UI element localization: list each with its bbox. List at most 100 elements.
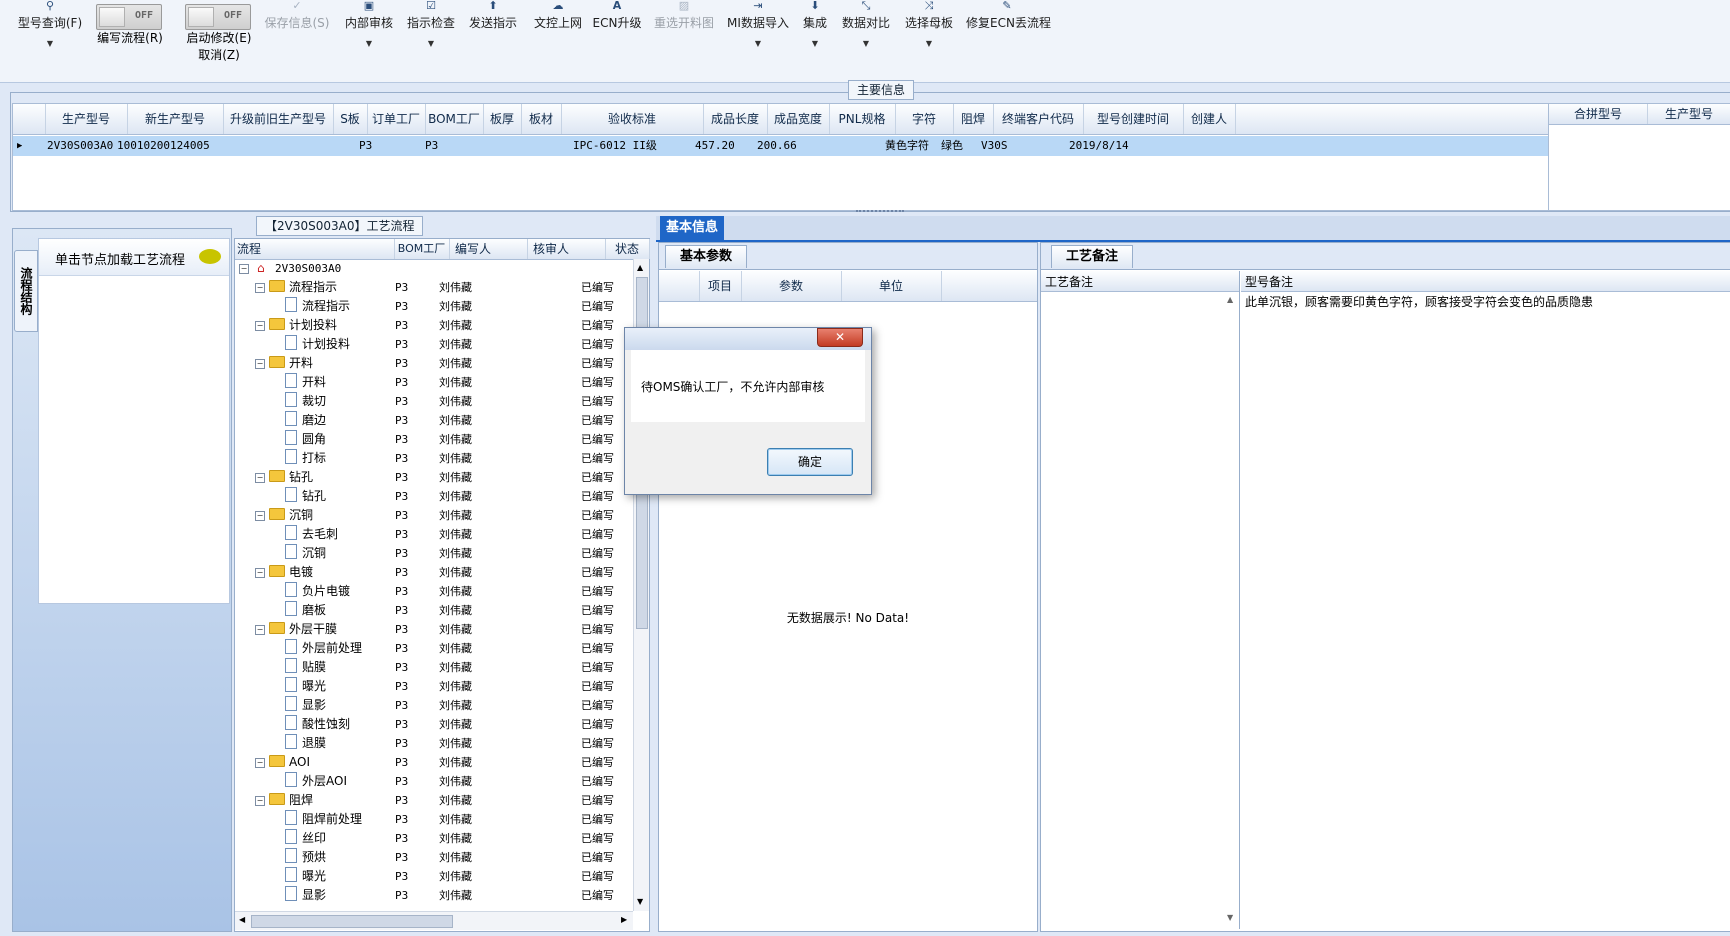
flow-structure-tab[interactable]: 流程结构: [14, 250, 38, 332]
tab-basic-params[interactable]: 基本参数: [665, 245, 748, 268]
tree-row[interactable]: 去毛刺 P3 刘伟藏 已编写: [235, 525, 614, 544]
col-header[interactable]: 板厚: [483, 104, 522, 134]
send-instruction-button[interactable]: ⬆ 发送指示: [466, 0, 520, 30]
col-header[interactable]: 合拼型号: [1549, 104, 1648, 124]
ok-button[interactable]: 确定: [767, 448, 853, 476]
tree-row[interactable]: 曝光 P3 刘伟藏 已编写: [235, 867, 614, 886]
col-header[interactable]: 终端客户代码: [993, 104, 1084, 134]
tree-row[interactable]: 外层AOI P3 刘伟藏 已编写: [235, 772, 614, 791]
tree-row[interactable]: 计划投料 P3 刘伟藏 已编写: [235, 335, 614, 354]
col-header[interactable]: 订单工厂: [367, 104, 426, 134]
tree-row[interactable]: 丝印 P3 刘伟藏 已编写: [235, 829, 614, 848]
col-header[interactable]: 生产型号: [45, 104, 128, 134]
instruction-check-button[interactable]: ☑ 指示检查 ▼: [404, 0, 458, 48]
col-header[interactable]: 字符: [895, 104, 954, 134]
tree-row[interactable]: − 外层干膜 P3 刘伟藏 已编写: [235, 620, 614, 639]
tree-row[interactable]: 预烘 P3 刘伟藏 已编写: [235, 848, 614, 867]
tree-row[interactable]: − 阻焊 P3 刘伟藏 已编写: [235, 791, 614, 810]
close-icon[interactable]: ✕: [817, 328, 863, 347]
integrate-button[interactable]: ⬇ 集成 ▼: [798, 0, 832, 48]
col-header[interactable]: PNL规格: [829, 104, 896, 134]
tree-row[interactable]: 外层前处理 P3 刘伟藏 已编写: [235, 639, 614, 658]
scroll-left-icon[interactable]: ◀: [239, 915, 245, 924]
node-hint-item[interactable]: 单击节点加载工艺流程: [39, 239, 229, 276]
select-motherboard-button[interactable]: ⤨ 选择母板 ▼: [902, 0, 956, 48]
tree-row[interactable]: 开料 P3 刘伟藏 已编写: [235, 373, 614, 392]
col-header[interactable]: 板材: [521, 104, 562, 134]
collapse-icon[interactable]: −: [255, 758, 265, 768]
col-header[interactable]: 验收标准: [561, 104, 704, 134]
reselect-cut-chart-button[interactable]: ▨ 重选开料图: [652, 0, 716, 30]
collapse-icon[interactable]: −: [255, 473, 265, 483]
tree-row[interactable]: 阻焊前处理 P3 刘伟藏 已编写: [235, 810, 614, 829]
col-header[interactable]: 核审人: [527, 239, 606, 259]
scroll-down-icon[interactable]: ▼: [1227, 913, 1233, 922]
col-header[interactable]: 单位: [841, 271, 942, 301]
col-header[interactable]: 创建人: [1183, 104, 1236, 134]
tree-row[interactable]: − AOI P3 刘伟藏 已编写: [235, 753, 614, 772]
data-compare-button[interactable]: ⤡ 数据对比 ▼: [840, 0, 892, 48]
tree-row[interactable]: 曝光 P3 刘伟藏 已编写: [235, 677, 614, 696]
tree-row[interactable]: 显影 P3 刘伟藏 已编写: [235, 696, 614, 715]
tree-row[interactable]: 显影 P3 刘伟藏 已编写: [235, 886, 614, 905]
tree-row[interactable]: − 电镀 P3 刘伟藏 已编写: [235, 563, 614, 582]
scroll-down-icon[interactable]: ▼: [637, 897, 643, 906]
tree-row[interactable]: 钻孔 P3 刘伟藏 已编写: [235, 487, 614, 506]
scroll-right-icon[interactable]: ▶: [621, 915, 627, 924]
collapse-icon[interactable]: −: [255, 511, 265, 521]
mi-data-import-button[interactable]: ⇥ MI数据导入 ▼: [726, 0, 790, 48]
scroll-up-icon[interactable]: ▲: [637, 263, 643, 272]
tree-row[interactable]: 圆角 P3 刘伟藏 已编写: [235, 430, 614, 449]
col-header[interactable]: 新生产型号: [127, 104, 224, 134]
tree-row[interactable]: 磨板 P3 刘伟藏 已编写: [235, 601, 614, 620]
col-header[interactable]: 参数: [741, 271, 842, 301]
tree-row[interactable]: 酸性蚀刻 P3 刘伟藏 已编写: [235, 715, 614, 734]
tree-row[interactable]: − 开料 P3 刘伟藏 已编写: [235, 354, 614, 373]
tree-row[interactable]: 裁切 P3 刘伟藏 已编写: [235, 392, 614, 411]
tree-row[interactable]: 退膜 P3 刘伟藏 已编写: [235, 734, 614, 753]
col-header[interactable]: 成品长度: [703, 104, 768, 134]
tree-horizontal-scrollbar[interactable]: ◀ ▶: [235, 911, 633, 930]
collapse-icon[interactable]: −: [255, 796, 265, 806]
col-header[interactable]: 型号创建时间: [1083, 104, 1184, 134]
col-header[interactable]: 流程: [235, 239, 395, 259]
save-info-button[interactable]: ✓ 保存信息(S): [262, 0, 332, 30]
scrollbar-thumb[interactable]: [251, 915, 453, 928]
start-modify-toggle[interactable]: OFF: [185, 4, 251, 30]
col-header[interactable]: 升级前旧生产型号: [223, 104, 334, 134]
ecn-upgrade-button[interactable]: A ECN升级: [592, 0, 642, 30]
scroll-up-icon[interactable]: ▲: [1227, 295, 1233, 304]
col-header[interactable]: 编写人: [449, 239, 528, 259]
edit-flow-toggle[interactable]: OFF: [96, 4, 162, 30]
collapse-icon[interactable]: −: [255, 283, 265, 293]
col-header[interactable]: 状态: [605, 239, 650, 259]
tree-row[interactable]: − 沉铜 P3 刘伟藏 已编写: [235, 506, 614, 525]
tab-craft-note[interactable]: 工艺备注: [1051, 245, 1134, 268]
col-header[interactable]: 生产型号: [1647, 104, 1730, 124]
doc-online-button[interactable]: ☁ 文控上网: [530, 0, 586, 30]
collapse-icon[interactable]: −: [255, 359, 265, 369]
tree-row[interactable]: − 钻孔 P3 刘伟藏 已编写: [235, 468, 614, 487]
tree-row[interactable]: − 计划投料 P3 刘伟藏 已编写: [235, 316, 614, 335]
col-header[interactable]: S板: [333, 104, 368, 134]
tab-basic-info[interactable]: 基本信息: [660, 216, 725, 240]
tree-row[interactable]: 贴膜 P3 刘伟藏 已编写: [235, 658, 614, 677]
col-header[interactable]: BOM工厂: [425, 104, 484, 134]
fix-ecn-flow-button[interactable]: ✎ 修复ECN丢流程: [966, 0, 1051, 30]
col-header[interactable]: 项目: [699, 271, 742, 301]
col-header[interactable]: 成品宽度: [767, 104, 830, 134]
col-header[interactable]: 阻焊: [953, 104, 994, 134]
cancel-modify-button[interactable]: 取消(Z): [176, 47, 262, 64]
tree-row[interactable]: − 流程指示 P3 刘伟藏 已编写: [235, 278, 614, 297]
collapse-icon[interactable]: −: [255, 321, 265, 331]
tree-row[interactable]: 打标 P3 刘伟藏 已编写: [235, 449, 614, 468]
table-row[interactable]: ▶ 2V30S003A0 10010200124005 P3 P3 IPC-60…: [13, 136, 1548, 156]
model-search-button[interactable]: ⚲ 型号查询(F) ▼: [16, 0, 84, 48]
collapse-icon[interactable]: −: [255, 568, 265, 578]
tree-row[interactable]: 流程指示 P3 刘伟藏 已编写: [235, 297, 614, 316]
tree-row[interactable]: 磨边 P3 刘伟藏 已编写: [235, 411, 614, 430]
tree-root[interactable]: − ⌂ 2V30S003A0: [235, 259, 600, 278]
tree-row[interactable]: 沉铜 P3 刘伟藏 已编写: [235, 544, 614, 563]
collapse-icon[interactable]: −: [239, 264, 249, 274]
internal-audit-button[interactable]: ▣ 内部审核 ▼: [342, 0, 396, 48]
